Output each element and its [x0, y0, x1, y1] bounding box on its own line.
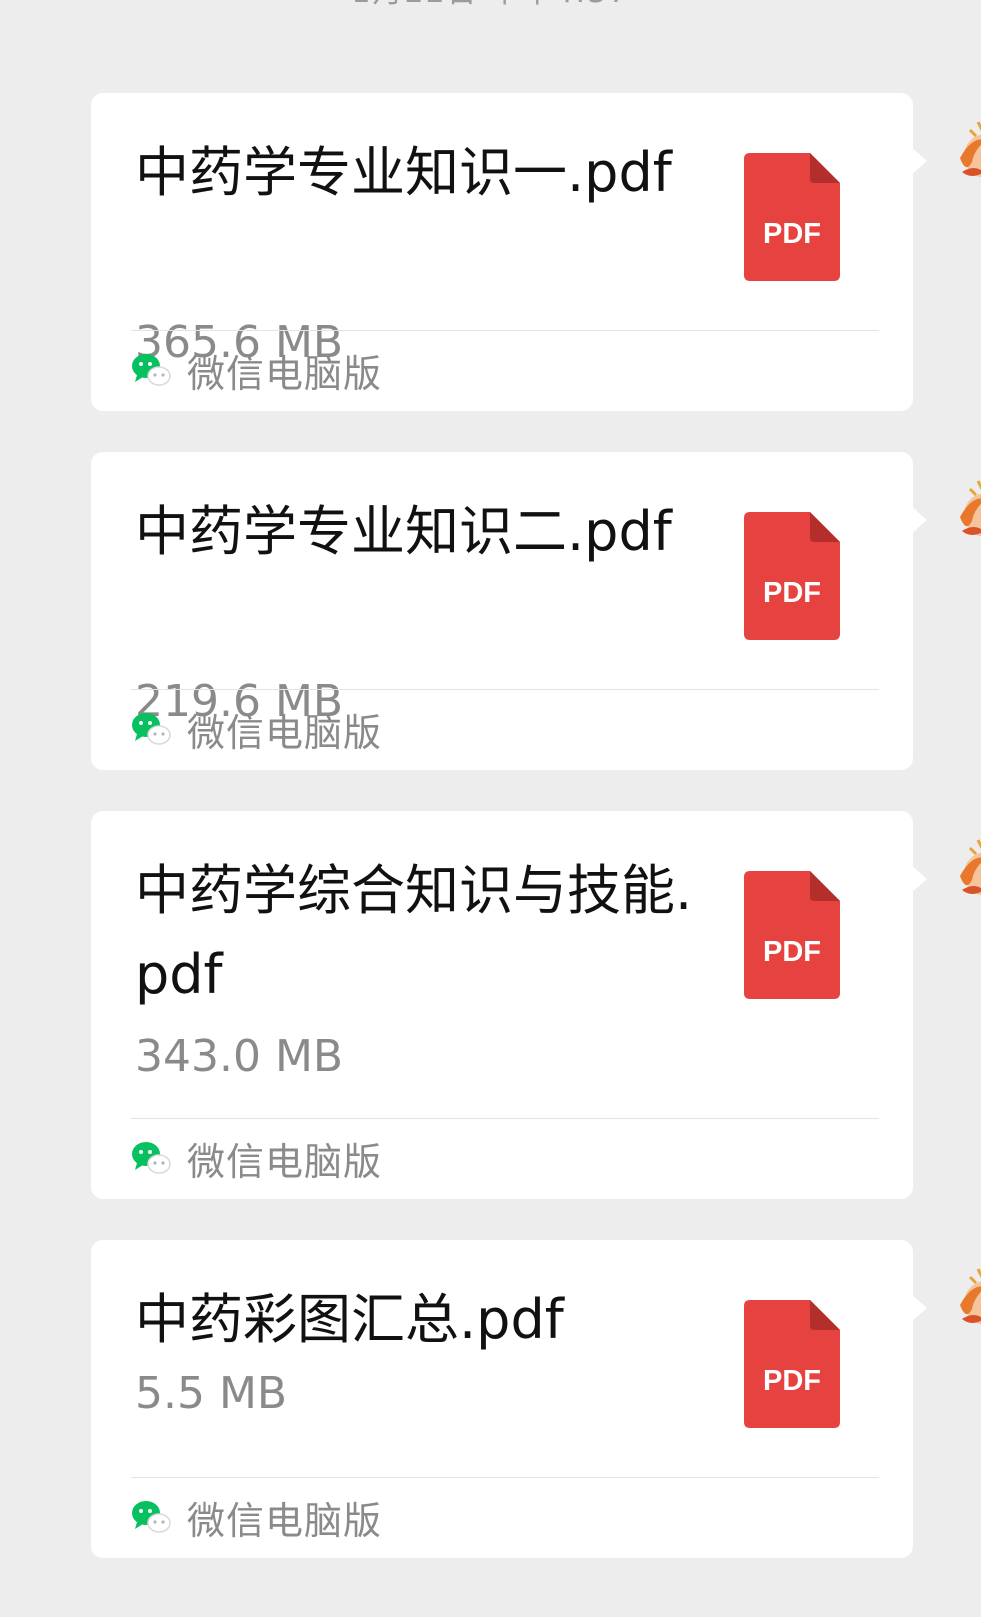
divider: [131, 1118, 879, 1119]
file-name: 中药学专业知识二.pdf: [135, 500, 672, 563]
file-name: 中药学专业知识一.pdf: [135, 141, 672, 204]
source-label: 微信电脑版: [187, 1498, 383, 1543]
wechat-icon: [132, 1142, 171, 1174]
wechat-icon: [132, 1501, 171, 1533]
bubble-tail: [911, 147, 927, 175]
bubble-tail: [911, 865, 927, 893]
divider: [131, 689, 879, 690]
pdf-file-icon: PDF: [744, 871, 840, 999]
avatar-image: [960, 121, 981, 178]
file-name: 中药彩图汇总.pdf: [135, 1288, 564, 1351]
source-row: 微信电脑版: [131, 705, 382, 755]
pdf-file-icon: PDF: [744, 512, 840, 640]
pdf-file-icon: PDF: [744, 153, 840, 281]
avatar[interactable]: [952, 459, 981, 555]
pdf-icon-label: PDF: [763, 936, 821, 968]
pdf-icon-label: PDF: [763, 218, 821, 250]
file-name: 中药学综合知识与技能.pdf: [135, 859, 693, 1006]
avatar[interactable]: [952, 818, 981, 914]
source-label: 微信电脑版: [187, 351, 383, 396]
avatar-image: [960, 839, 981, 896]
file-message-card[interactable]: 中药彩图汇总.pdf 5.5 MB PDF 微信电脑版: [91, 1240, 927, 1558]
file-message-card[interactable]: 中药学专业知识一.pdf 365.6 MB PDF 微信电脑版: [91, 93, 927, 411]
file-message-card[interactable]: 中药学专业知识二.pdf 219.6 MB PDF 微信电脑版: [91, 452, 927, 770]
source-label: 微信电脑版: [187, 1139, 383, 1184]
pdf-file-icon: PDF: [744, 1300, 840, 1428]
divider: [131, 1477, 879, 1478]
avatar-image: [960, 1268, 981, 1325]
message-timestamp: 1月22日 下午4:37: [0, 0, 981, 8]
source-row: 微信电脑版: [131, 1493, 382, 1543]
bubble-tail: [911, 506, 927, 534]
avatar-image: [960, 480, 981, 537]
file-size: 5.5 MB: [135, 1368, 288, 1419]
wechat-icon: [132, 713, 171, 745]
source-row: 微信电脑版: [131, 346, 382, 396]
source-label: 微信电脑版: [187, 710, 383, 755]
source-row: 微信电脑版: [131, 1134, 382, 1184]
wechat-icon: [132, 354, 171, 386]
pdf-icon-label: PDF: [763, 1365, 821, 1397]
avatar[interactable]: [952, 1247, 981, 1343]
bubble-tail: [911, 1294, 927, 1322]
divider: [131, 330, 879, 331]
file-message-card[interactable]: 中药学综合知识与技能.pdf 343.0 MB PDF 微信电脑版: [91, 811, 927, 1199]
pdf-icon-label: PDF: [763, 577, 821, 609]
avatar[interactable]: [952, 100, 981, 196]
file-size: 343.0 MB: [135, 1031, 344, 1082]
